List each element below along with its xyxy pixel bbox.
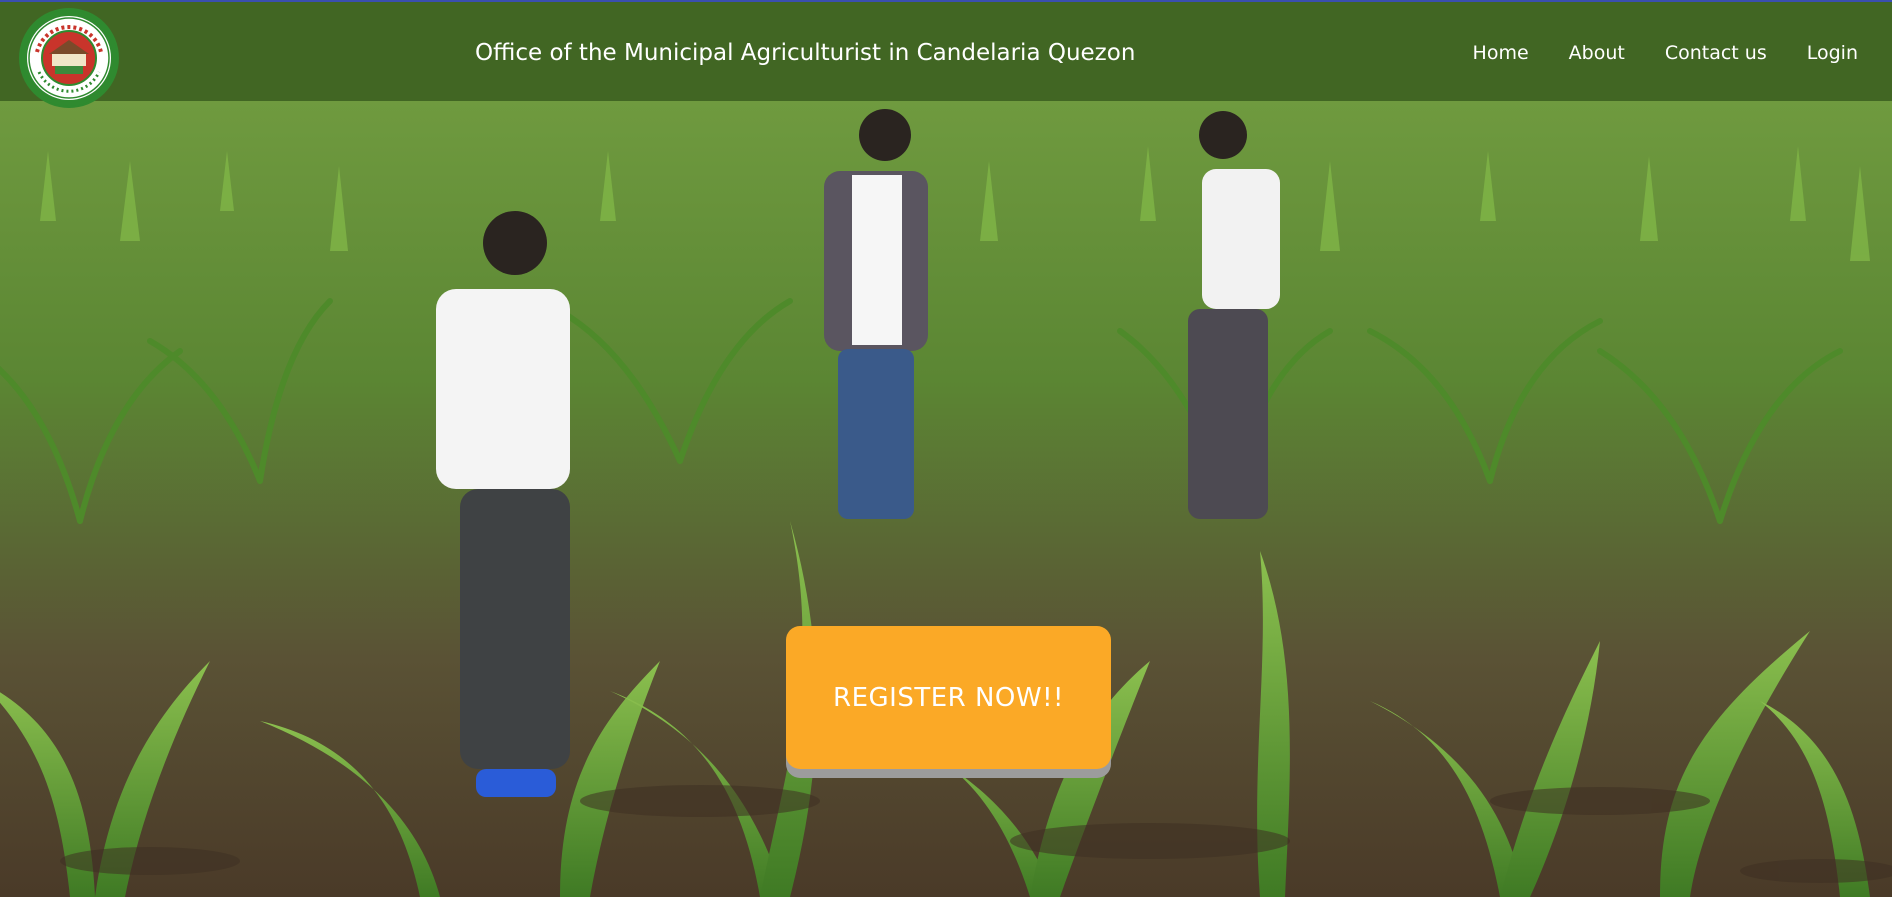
seal-icon: [21, 10, 117, 106]
corn-field-photo: [0, 101, 1892, 897]
nav-about-link[interactable]: About: [1569, 40, 1625, 66]
top-navbar: Office of the Municipal Agriculturist in…: [0, 0, 1892, 108]
site-title: Office of the Municipal Agriculturist in…: [475, 40, 1136, 66]
municipal-seal-logo[interactable]: [19, 8, 119, 108]
main-nav: Home About Contact us Login: [1433, 40, 1858, 66]
register-now-button[interactable]: REGISTER NOW!!: [786, 626, 1111, 769]
nav-home-link[interactable]: Home: [1473, 40, 1529, 66]
nav-login-link[interactable]: Login: [1807, 40, 1858, 66]
nav-contact-link[interactable]: Contact us: [1665, 40, 1767, 66]
hero-section: REGISTER NOW!!: [0, 101, 1892, 897]
page: Office of the Municipal Agriculturist in…: [0, 0, 1892, 897]
